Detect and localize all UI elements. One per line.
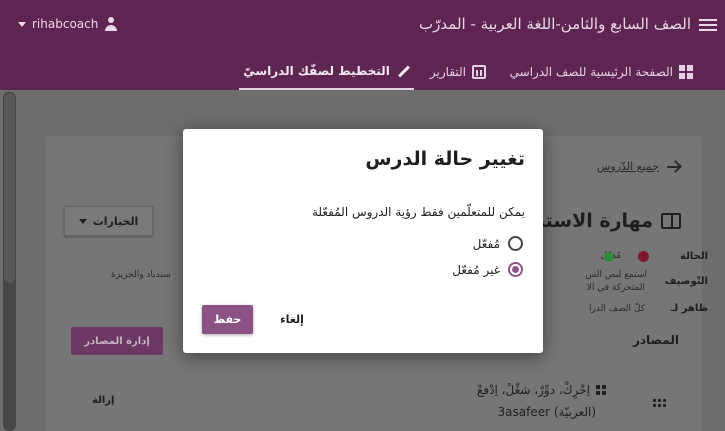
cancel-button[interactable]: إلغاء <box>272 305 312 334</box>
all-lessons-link[interactable]: جميع الدّروس <box>597 160 681 173</box>
app-bar: الصف السابع والثامن-اللغة العربية - المد… <box>0 0 725 54</box>
menu-icon[interactable] <box>699 16 717 34</box>
tab-label: التقارير <box>429 65 466 79</box>
book-icon <box>661 213 681 229</box>
tab-bar: الصفحة الرئيسية للصف الدراسي التقارير ال… <box>0 54 725 90</box>
tab-label: التخطيط لصفّك الدراسيّ <box>243 64 390 78</box>
resource-title-text: اِحْرِكْ، دوِّرْ، شغِّلْ، اِدْفعْ <box>477 383 590 397</box>
person-icon <box>104 17 118 31</box>
status-dot-icon <box>604 252 614 262</box>
tab-class-home[interactable]: الصفحة الرئيسية للصف الدراسي <box>510 54 693 90</box>
description-line: المتحركة في الا <box>586 283 645 293</box>
visible-to-value: كلّ الصف الدرا <box>589 304 645 314</box>
scrollbar-thumb[interactable] <box>4 93 15 283</box>
user-menu[interactable]: rihabcoach <box>18 17 118 31</box>
arrow-forward-icon <box>667 161 681 173</box>
radio-option-inactive[interactable]: غير مُفعّل <box>452 262 523 277</box>
chevron-down-icon <box>18 21 26 27</box>
drag-handle-icon[interactable] <box>652 398 666 408</box>
manage-resources-button[interactable]: إدارة المصادر <box>71 327 163 355</box>
resource-title: اِحْرِكْ، دوِّرْ، شغِّلْ، اِدْفعْ <box>477 383 606 397</box>
description-label: التّوصيف <box>664 276 708 287</box>
dashboard-icon <box>679 65 693 79</box>
radio-label: مُفعّل <box>472 236 500 251</box>
radio-label: غير مُفعّل <box>452 262 500 277</box>
bar-chart-icon <box>472 65 486 79</box>
info-icon[interactable] <box>638 251 649 262</box>
tab-label: الصفحة الرئيسية للصف الدراسي <box>509 65 673 79</box>
radio-unchecked-icon[interactable] <box>508 236 523 251</box>
chevron-down-icon <box>78 218 87 224</box>
apps-icon <box>596 385 606 395</box>
dialog-description: يمكن للمتعلّمين فقط رؤية الدروس المُفعّل… <box>311 205 525 219</box>
save-button[interactable]: حفظ <box>202 305 253 334</box>
change-lesson-status-dialog: تغيير حالة الدرس يمكن للمتعلّمين فقط رؤي… <box>183 129 543 353</box>
resources-heading: المصادر <box>632 333 679 347</box>
pencil-icon <box>396 64 410 78</box>
all-lessons-label: جميع الدّروس <box>596 160 659 173</box>
lesson-title: مهارة الاستد <box>535 210 681 232</box>
visible-to-label: ظاهر لـ <box>671 303 708 314</box>
resource-subtitle: 3asafeer (العربيّة) <box>497 405 597 419</box>
status-label: الحالة <box>680 251 708 262</box>
options-label: الخيارات <box>92 214 139 228</box>
remove-resource-button[interactable]: إزالة <box>92 395 114 406</box>
description-line: ستدباد والجزيرة <box>111 270 171 280</box>
lesson-title-text: مهارة الاستد <box>534 210 653 232</box>
username: rihabcoach <box>32 17 99 31</box>
radio-checked-icon[interactable] <box>508 262 523 277</box>
description-line: استمع لنص الس <box>585 270 647 280</box>
tab-plan-class[interactable]: التخطيط لصفّك الدراسيّ <box>239 54 414 90</box>
radio-option-active[interactable]: مُفعّل <box>473 236 523 251</box>
app-title: الصف السابع والثامن-اللغة العربية - المد… <box>419 15 691 33</box>
options-button[interactable]: الخيارات <box>64 206 153 236</box>
tab-reports[interactable]: التقارير <box>430 54 486 90</box>
dialog-title: تغيير حالة الدرس <box>365 148 525 170</box>
